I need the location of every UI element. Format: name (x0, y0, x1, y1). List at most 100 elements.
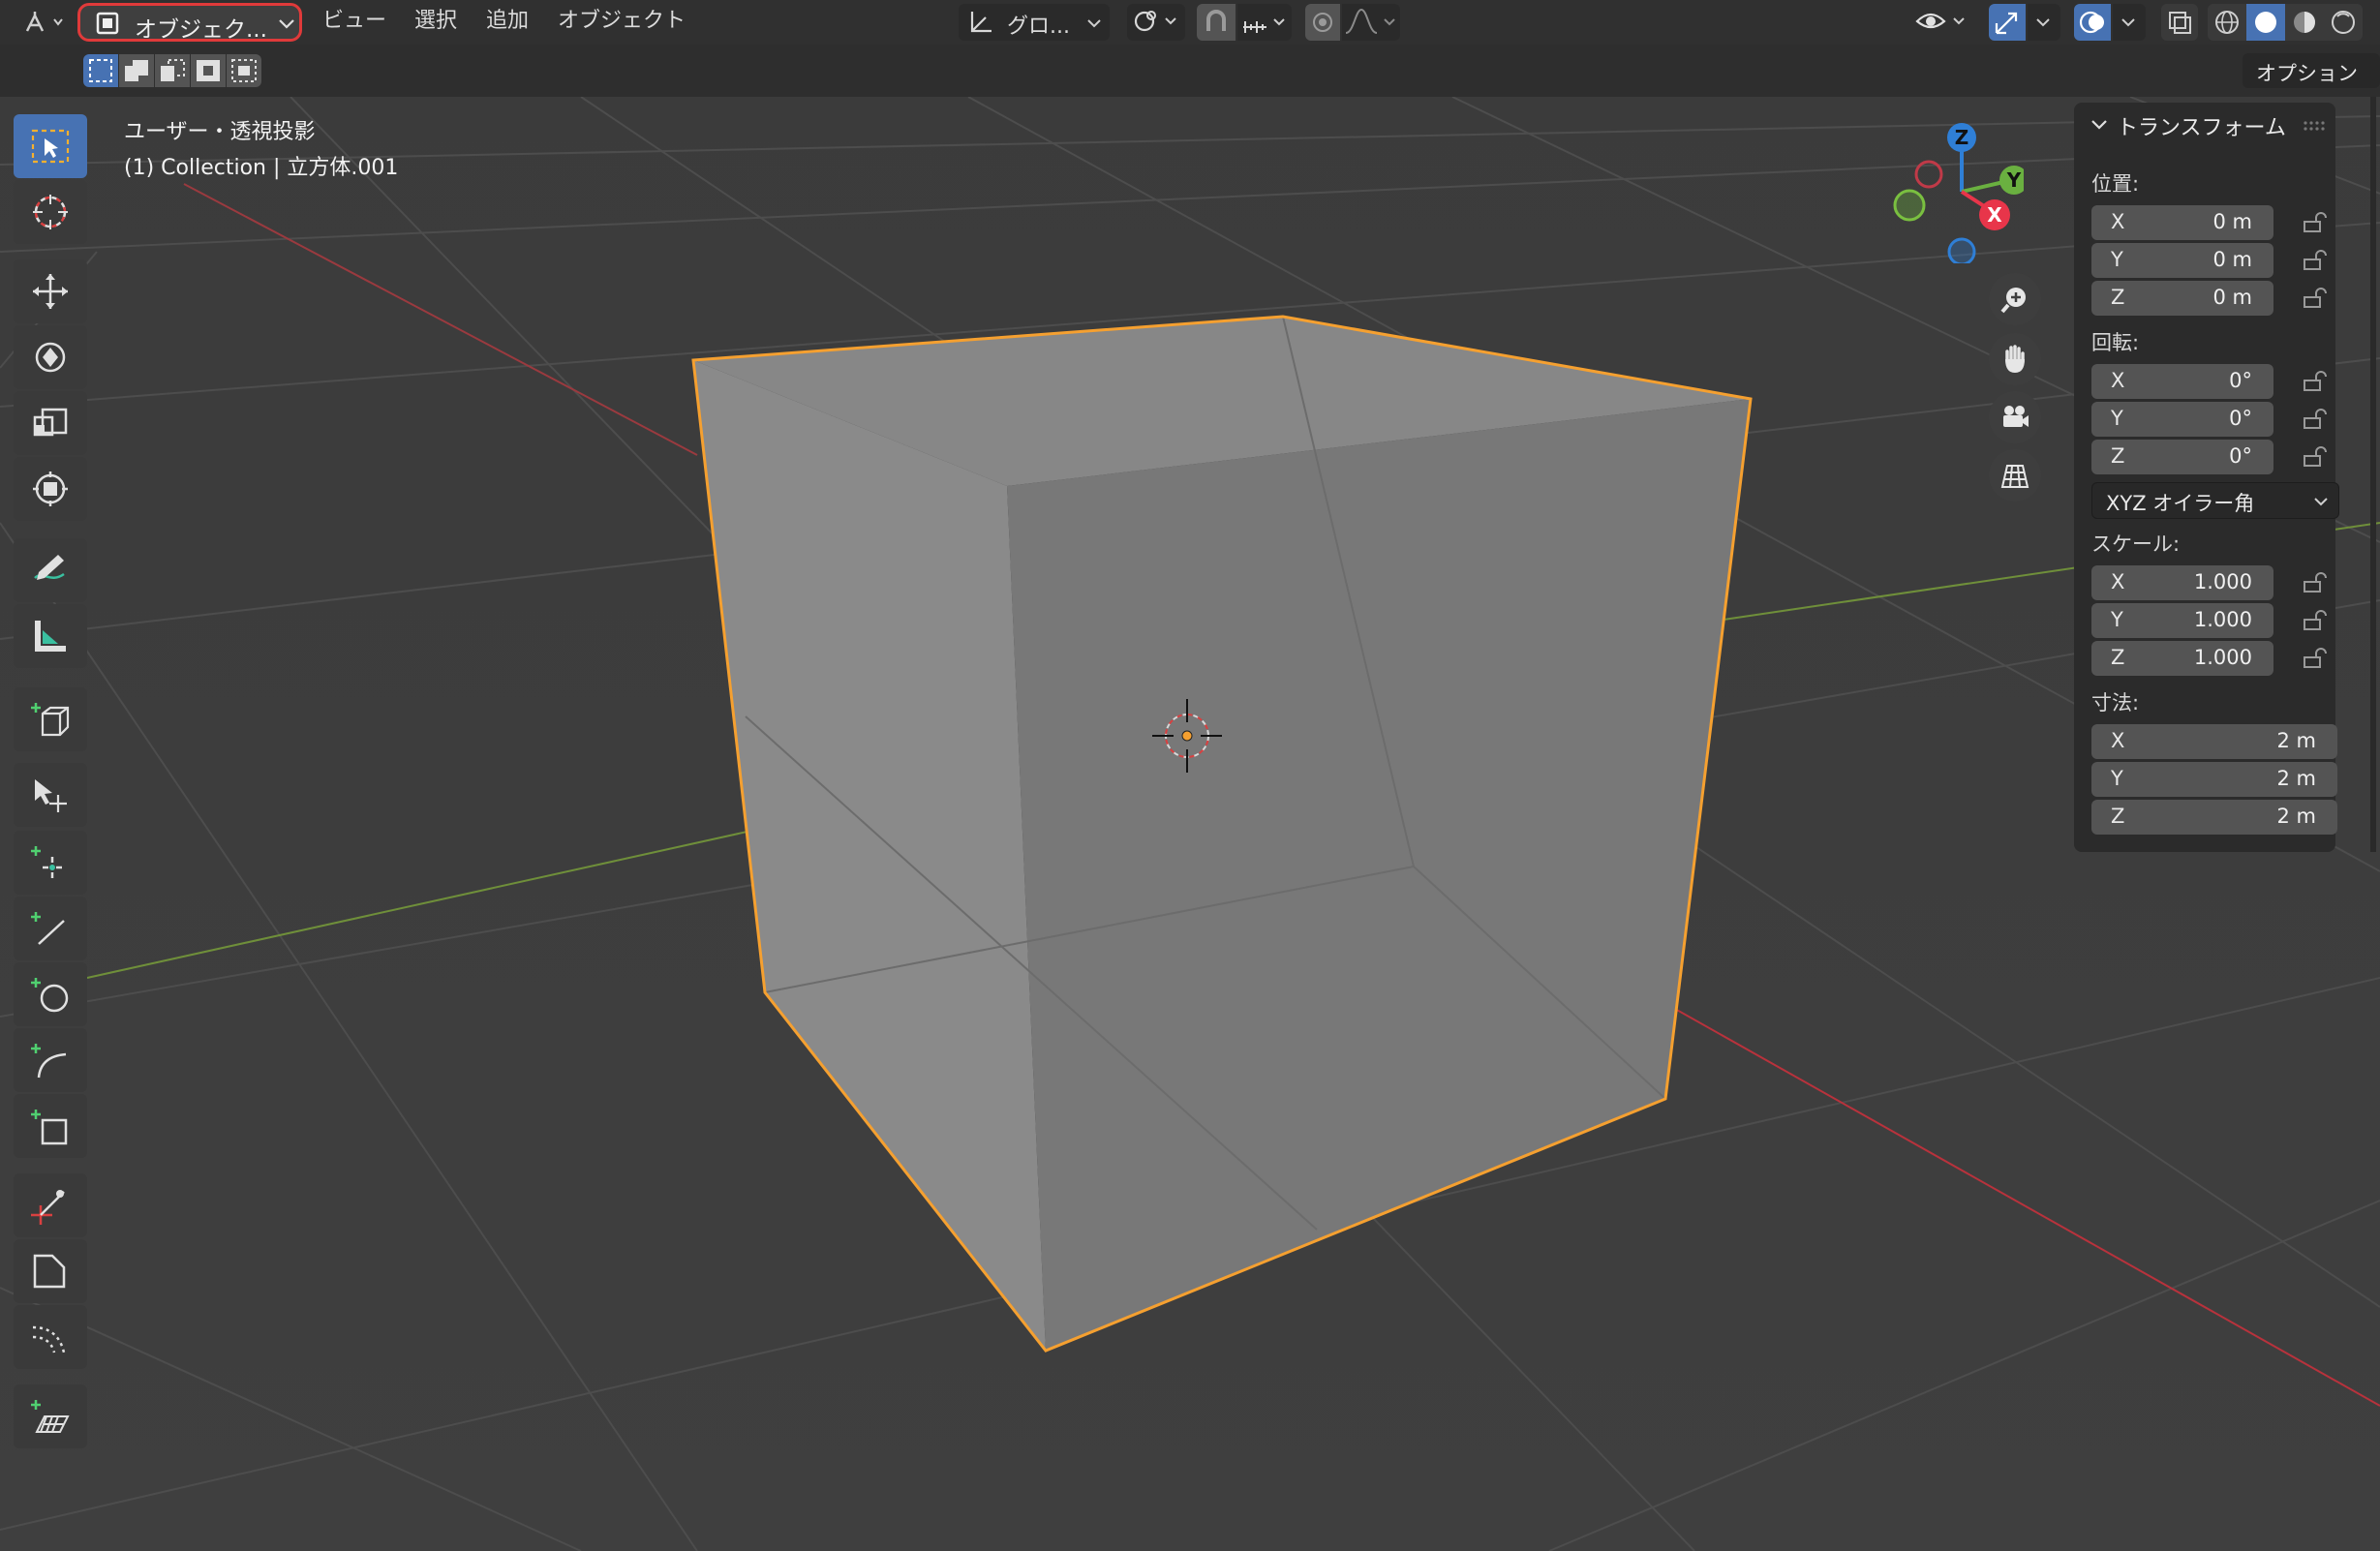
menu-object[interactable]: オブジェクト (558, 0, 686, 45)
rotation-x-field[interactable]: X 0° (2091, 364, 2273, 399)
scale-x-field[interactable]: X 1.000 (2091, 565, 2273, 600)
scale-y-field[interactable]: Y 1.000 (2091, 603, 2273, 638)
proportional-editing-toggle[interactable] (1305, 4, 1340, 41)
tool-annotate[interactable] (14, 538, 87, 602)
location-z-field[interactable]: Z 0 m (2091, 281, 2273, 316)
tool-add-vertex[interactable] (14, 831, 87, 895)
chevron-down-icon (1087, 19, 1101, 28)
snap-target-dropdown[interactable] (1237, 4, 1292, 41)
gizmo-dropdown[interactable] (2028, 4, 2060, 41)
pivot-icon (1134, 11, 1176, 32)
proportional-falloff-dropdown[interactable] (1342, 4, 1400, 41)
location-x-field[interactable]: X 0 m (2091, 205, 2273, 240)
rotation-z-field[interactable]: Z 0° (2091, 440, 2273, 474)
lock-icon[interactable] (2303, 446, 2328, 468)
pan-button[interactable] (1989, 333, 2041, 385)
tool-knife[interactable] (14, 1173, 87, 1237)
editor-type-icon[interactable] (21, 8, 68, 37)
select-subtract-button[interactable] (155, 54, 190, 87)
tool-add-plane[interactable] (14, 1384, 87, 1448)
axis-label: Y (2111, 248, 2123, 271)
lock-icon[interactable] (2303, 288, 2328, 309)
move-arrows-icon (33, 274, 68, 309)
location-label: 位置: (2091, 172, 2140, 196)
select-new-button[interactable] (83, 54, 118, 87)
select-extend-button[interactable] (119, 54, 154, 87)
axis-label: X (2111, 369, 2125, 392)
zoom-in-icon (2000, 288, 2026, 314)
scale-z-field[interactable]: Z 1.000 (2091, 641, 2273, 676)
tool-transform[interactable] (14, 457, 87, 521)
navigation-gizmo[interactable]: Z Y X (1888, 118, 2024, 263)
overlays-toggle[interactable] (2074, 4, 2111, 41)
field-value: 0 m (2212, 210, 2253, 233)
solid-sphere-icon (2255, 12, 2276, 33)
menu-add[interactable]: 追加 (486, 0, 529, 45)
field-value: 2 m (2276, 729, 2317, 752)
zoom-button[interactable] (1989, 273, 2041, 325)
panel-title: トランスフォーム (2117, 116, 2286, 140)
rotation-mode-dropdown[interactable]: XYZ オイラー角 (2091, 482, 2339, 519)
overlays-dropdown[interactable] (2113, 4, 2146, 41)
dimensions-x-field[interactable]: X 2 m (2091, 724, 2337, 759)
rotation-y-field[interactable]: Y 0° (2091, 402, 2273, 437)
chevron-down-icon (2121, 18, 2135, 27)
gizmo-label-z: Z (1955, 126, 1969, 149)
shading-solid[interactable] (2246, 4, 2285, 41)
shading-material[interactable] (2285, 4, 2324, 41)
location-y-field[interactable]: Y 0 m (2091, 243, 2273, 278)
tool-rotate[interactable] (14, 325, 87, 389)
drag-handle-icon[interactable] (2303, 120, 2326, 132)
tool-add-arc[interactable] (14, 1028, 87, 1092)
chevron-down-icon[interactable] (2090, 118, 2109, 132)
orientation-axes-icon (970, 12, 992, 33)
object-mode-dropdown[interactable]: オブジェク... (77, 3, 302, 43)
perspective-toggle-button[interactable] (1989, 449, 2041, 502)
tool-bevel[interactable] (14, 1239, 87, 1303)
dimensions-z-field[interactable]: Z 2 m (2091, 800, 2337, 835)
menu-view[interactable]: ビュー (322, 0, 386, 45)
shading-wireframe[interactable] (2208, 4, 2246, 41)
tool-spin[interactable] (14, 1305, 87, 1369)
lock-icon[interactable] (2303, 572, 2328, 593)
lock-icon[interactable] (2303, 212, 2328, 233)
select-intersect-button[interactable] (227, 54, 261, 87)
select-box-icon (31, 129, 70, 164)
xray-toggle[interactable] (2161, 4, 2198, 41)
tool-add-circle[interactable] (14, 962, 87, 1026)
tool-add-edge[interactable] (14, 897, 87, 960)
view-name: ユーザー・透視投影 (124, 120, 316, 144)
options-button[interactable]: オプション (2243, 53, 2380, 88)
tool-move[interactable] (14, 259, 87, 323)
select-difference-button[interactable] (191, 54, 226, 87)
gizmo-toggle[interactable] (1989, 4, 2026, 41)
wireframe-sphere-icon (2215, 11, 2239, 34)
field-value: 1.000 (2193, 570, 2252, 593)
tool-measure[interactable] (14, 604, 87, 668)
scale-label: スケール: (2091, 532, 2181, 556)
tool-cursor[interactable] (14, 180, 87, 244)
transform-orientation-dropdown[interactable]: グロ... (959, 4, 1110, 41)
visibility-dropdown[interactable] (1913, 4, 1971, 41)
tool-extrude[interactable] (14, 763, 87, 827)
tool-add-cube[interactable] (14, 687, 87, 751)
pivot-point-dropdown[interactable] (1127, 4, 1185, 41)
field-value: 1.000 (2193, 646, 2252, 669)
lock-icon[interactable] (2303, 250, 2328, 271)
menu-select[interactable]: 選択 (414, 0, 457, 45)
shading-rendered[interactable] (2324, 4, 2363, 41)
dimensions-y-field[interactable]: Y 2 m (2091, 762, 2337, 797)
snap-toggle[interactable] (1197, 4, 1236, 41)
tool-select-box[interactable] (14, 114, 87, 178)
lock-icon[interactable] (2303, 371, 2328, 392)
lock-icon[interactable] (2303, 610, 2328, 631)
tool-add-rectangle[interactable] (14, 1094, 87, 1158)
camera-view-button[interactable] (1989, 391, 2041, 443)
add-arc-icon (31, 1044, 67, 1079)
panel-scrollbar[interactable] (2370, 97, 2376, 852)
add-vertex-icon (31, 846, 62, 878)
tool-scale[interactable] (14, 391, 87, 455)
field-value: 1.000 (2193, 608, 2252, 631)
lock-icon[interactable] (2303, 648, 2328, 669)
lock-icon[interactable] (2303, 409, 2328, 430)
